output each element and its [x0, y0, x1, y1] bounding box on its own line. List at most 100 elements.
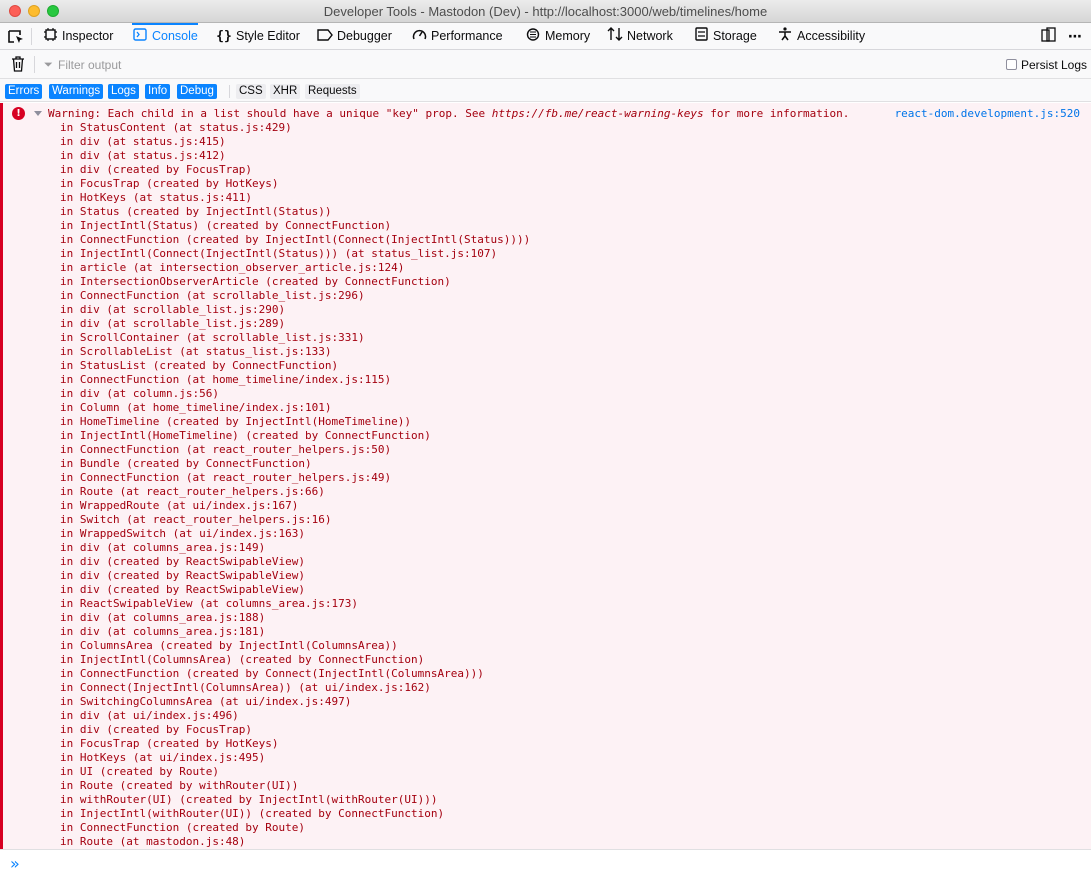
persist-logs-label: Persist Logs: [1021, 58, 1088, 72]
network-arrows-icon: [607, 23, 623, 50]
stack-frame: in StatusContent (at status.js:429): [60, 121, 292, 134]
level-filter-divider: [229, 85, 230, 98]
tab-accessibility[interactable]: Accessibility: [777, 23, 865, 50]
window-maximize-button[interactable]: [47, 5, 59, 17]
stack-frame: in div (created by ReactSwipableView): [60, 583, 306, 596]
element-picker-button[interactable]: [6, 27, 26, 47]
stack-frame: in ConnectFunction (at scrollable_list.j…: [60, 289, 365, 302]
message-prefix: Warning: Each child in a list should hav…: [48, 107, 492, 120]
stack-frame: in ConnectFunction (at react_router_help…: [60, 443, 392, 456]
trash-icon: [12, 56, 24, 72]
tab-style-editor[interactable]: {} Style Editor: [216, 23, 300, 50]
filter-errors-button[interactable]: Errors: [5, 84, 43, 99]
stack-frame: in div (at scrollable_list.js:289): [60, 317, 286, 330]
element-picker-icon: [8, 30, 23, 43]
filter-requests-button[interactable]: Requests: [305, 84, 360, 99]
stack-frame: in SwitchingColumnsArea (at ui/index.js:…: [60, 695, 352, 708]
stack-frame: in InjectIntl(HomeTimeline) (created by …: [60, 429, 431, 442]
more-options-icon: ⋯: [1068, 28, 1082, 44]
filter-debug-button[interactable]: Debug: [177, 84, 217, 99]
filter-divider: [34, 56, 35, 73]
debugger-icon: [317, 23, 333, 50]
stack-frame: in div (at columns_area.js:149): [60, 541, 266, 554]
filter-logs-button[interactable]: Logs: [108, 84, 139, 99]
more-options-button[interactable]: ⋯: [1066, 27, 1084, 45]
message-suffix: for more information.: [703, 107, 850, 120]
responsive-mode-icon: [1041, 27, 1056, 42]
filter-xhr-button[interactable]: XHR: [270, 84, 301, 99]
braces-icon: {}: [216, 29, 232, 45]
responsive-design-mode-button[interactable]: [1040, 27, 1058, 45]
stack-frame: in ConnectFunction (at react_router_help…: [60, 471, 392, 484]
filter-info-button[interactable]: Info: [145, 84, 171, 99]
stack-frame: in Connect(InjectIntl(ColumnsArea)) (at …: [60, 681, 431, 694]
stack-trace: in StatusContent (at status.js:429) in di…: [60, 121, 530, 849]
stack-frame: in div (at columns_area.js:188): [60, 611, 266, 624]
tab-network[interactable]: Network: [607, 23, 673, 50]
tab-console[interactable]: Console: [132, 23, 198, 50]
clear-console-button[interactable]: [10, 56, 26, 72]
stack-frame: in InjectIntl(ColumnsArea) (created by C…: [60, 653, 425, 666]
console-input-bar: »: [0, 849, 1091, 877]
stack-frame: in div (created by FocusTrap): [60, 723, 253, 736]
stack-frame: in ColumnsArea (created by InjectIntl(Co…: [60, 639, 398, 652]
stack-frame: in div (at ui/index.js:496): [60, 709, 239, 722]
stack-frame: in Route (created by withRouter(UI)): [60, 779, 299, 792]
stack-frame: in HomeTimeline (created by InjectIntl(H…: [60, 415, 411, 428]
tab-memory[interactable]: Memory: [525, 23, 590, 50]
message-source-location-link[interactable]: react-dom.development.js:520: [895, 107, 1080, 121]
window-title: Developer Tools - Mastodon (Dev) - http:…: [323, 4, 768, 19]
stack-frame: in Bundle (created by ConnectFunction): [60, 457, 312, 470]
accessibility-icon: [777, 23, 793, 50]
stack-frame: in ReactSwipableView (at columns_area.js…: [60, 597, 359, 610]
level-filter-bar: Errors Warnings Logs Info Debug CSS XHR …: [0, 79, 1091, 102]
stack-frame: in div (created by FocusTrap): [60, 163, 253, 176]
storage-icon: [693, 23, 709, 50]
stack-frame: in Route (at mastodon.js:48): [60, 835, 246, 848]
stack-frame: in article (at intersection_observer_art…: [60, 261, 405, 274]
memory-icon: [525, 23, 541, 50]
filter-css-button[interactable]: CSS: [236, 84, 266, 99]
stack-frame: in ScrollContainer (at scrollable_list.j…: [60, 331, 365, 344]
persist-logs-checkbox[interactable]: Persist Logs: [1006, 58, 1087, 72]
stack-frame: in ConnectFunction (created by Connect(I…: [60, 667, 484, 680]
console-error-message: ! Warning: Each child in a list should h…: [0, 103, 1091, 849]
stack-frame: in div (at status.js:415): [60, 135, 226, 148]
stack-frame: in WrappedSwitch (at ui/index.js:163): [60, 527, 306, 540]
tab-storage[interactable]: Storage: [693, 23, 757, 50]
stack-frame: in WrappedRoute (at ui/index.js:167): [60, 499, 299, 512]
console-output: ! Warning: Each child in a list should h…: [0, 103, 1091, 849]
double-chevron-icon: »: [10, 854, 20, 873]
stack-frame: in FocusTrap (created by HotKeys): [60, 737, 279, 750]
window-close-button[interactable]: [9, 5, 21, 17]
gauge-icon: [411, 23, 427, 50]
javascript-input[interactable]: [28, 854, 1078, 874]
stack-frame: in Status (created by InjectIntl(Status)…: [60, 205, 332, 218]
stack-frame: in Route (at react_router_helpers.js:66): [60, 485, 325, 498]
tab-performance[interactable]: Performance: [411, 23, 503, 50]
stack-frame: in ConnectFunction (at home_timeline/ind…: [60, 373, 392, 386]
stack-frame: in InjectIntl(Status) (created by Connec…: [60, 219, 392, 232]
stack-frame: in ScrollableList (at status_list.js:133…: [60, 345, 332, 358]
devtools-toolbar: Inspector Console {} Style Editor Debugge…: [0, 23, 1091, 50]
stack-frame: in ConnectFunction (created by InjectInt…: [60, 233, 531, 246]
tab-inspector[interactable]: Inspector: [42, 23, 113, 50]
window-titlebar: Developer Tools - Mastodon (Dev) - http:…: [0, 0, 1091, 23]
error-icon: !: [12, 107, 25, 120]
stack-frame: in Switch (at react_router_helpers.js:16…: [60, 513, 332, 526]
filter-warnings-button[interactable]: Warnings: [49, 84, 104, 99]
stack-frame: in Column (at home_timeline/index.js:101…: [60, 401, 332, 414]
stack-frame: in div (at status.js:412): [60, 149, 226, 162]
stack-frame: in InjectIntl(Connect(InjectIntl(Status)…: [60, 247, 498, 260]
tab-debugger[interactable]: Debugger: [317, 23, 392, 50]
stack-frame: in FocusTrap (created by HotKeys): [60, 177, 279, 190]
window-minimize-button[interactable]: [28, 5, 40, 17]
persist-logs-checkbox-box[interactable]: [1006, 59, 1017, 70]
filter-output-input[interactable]: [42, 55, 642, 75]
react-warning-keys-link[interactable]: https://fb.me/react-warning-keys: [492, 107, 704, 120]
expand-stack-toggle[interactable]: [34, 111, 42, 116]
stack-frame: in div (at columns_area.js:181): [60, 625, 266, 638]
stack-frame: in HotKeys (at status.js:411): [60, 191, 253, 204]
console-filter-bar: ⏷ Persist Logs: [0, 50, 1091, 79]
message-text: Warning: Each child in a list should hav…: [48, 107, 849, 121]
